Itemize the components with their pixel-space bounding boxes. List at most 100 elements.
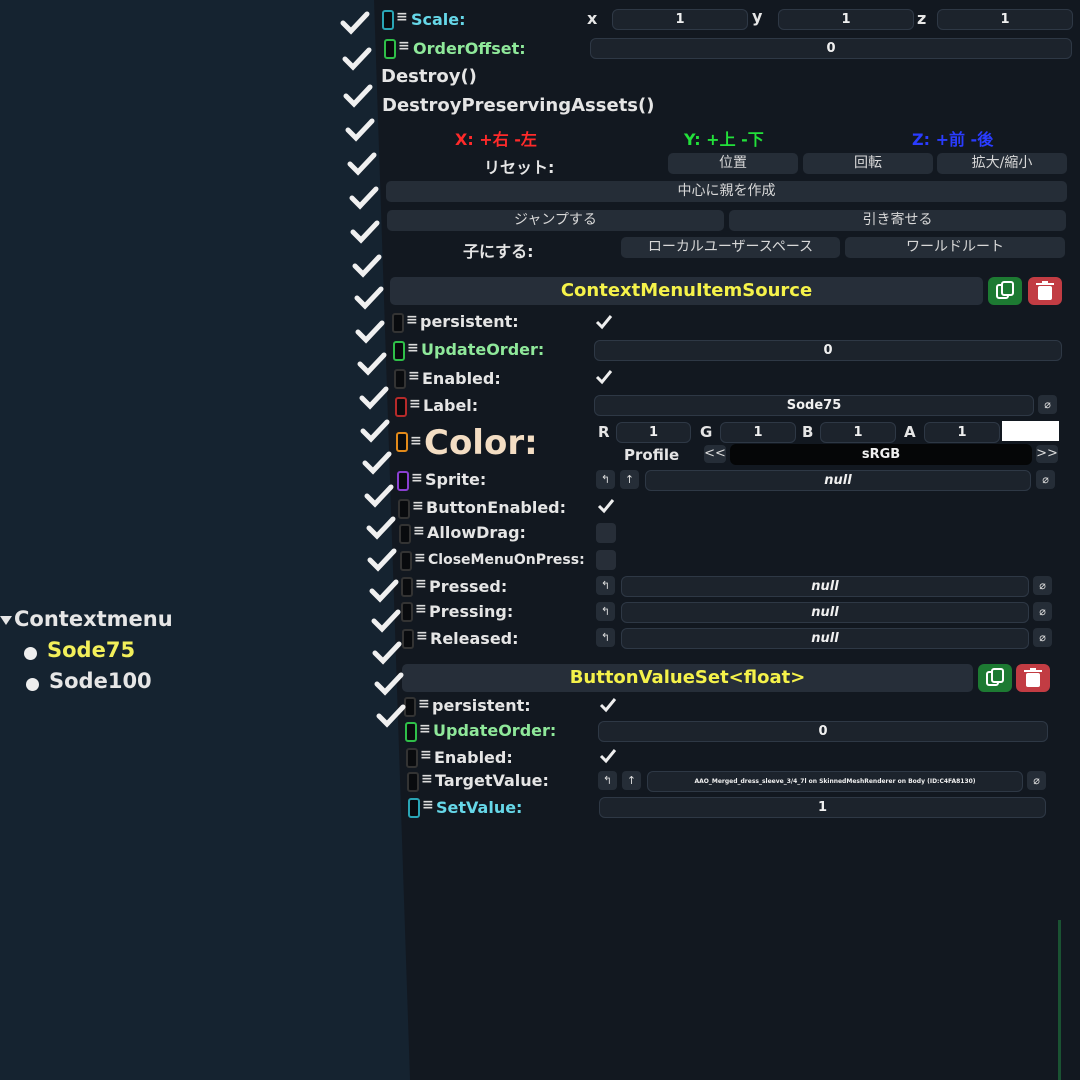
reference-jump-button[interactable]: ↰ [596,576,615,595]
profile-field[interactable]: sRGB [730,444,1032,465]
menu-icon[interactable]: ≡ [415,601,427,617]
component-header[interactable]: ButtonValueSet<float> [402,664,973,692]
menu-icon[interactable]: ≡ [396,9,408,25]
update-order-field[interactable]: 0 [598,721,1048,742]
pressing-field[interactable]: null [621,602,1029,623]
clear-button[interactable]: ⌀ [1027,771,1046,790]
menu-icon[interactable]: ≡ [413,523,425,539]
reference-jump-button[interactable]: ↰ [596,470,615,489]
color-r-field[interactable]: 1 [616,422,691,443]
clear-button[interactable]: ⌀ [1033,628,1052,647]
drag-handle-icon[interactable] [392,313,404,333]
active-toggle-checkbox[interactable] [352,285,386,311]
active-toggle-checkbox[interactable] [341,83,375,109]
menu-icon[interactable]: ≡ [422,797,434,813]
active-toggle-checkbox[interactable] [343,117,377,143]
sprite-field[interactable]: null [645,470,1031,491]
drag-handle-icon[interactable] [407,772,419,792]
active-toggle-checkbox[interactable] [357,385,391,411]
drag-handle-icon[interactable] [400,551,412,571]
reset-rotation-button[interactable]: 回転 [803,153,933,174]
persistent-checkbox[interactable] [598,695,618,715]
profile-next-button[interactable]: >> [1036,445,1058,463]
active-toggle-checkbox[interactable] [367,578,401,604]
drag-handle-icon[interactable] [393,341,405,361]
allow-drag-checkbox[interactable] [596,523,616,543]
clear-button[interactable]: ⌀ [1038,395,1057,414]
duplicate-component-button[interactable] [978,664,1012,692]
active-toggle-checkbox[interactable] [347,185,381,211]
set-value-field[interactable]: 1 [599,797,1046,818]
profile-prev-button[interactable]: << [704,445,726,463]
color-a-field[interactable]: 1 [924,422,1000,443]
reference-jump-button[interactable]: ↰ [596,602,615,621]
menu-icon[interactable]: ≡ [406,312,418,328]
reference-jump-button[interactable]: ↰ [596,628,615,647]
menu-icon[interactable]: ≡ [414,550,426,566]
drag-handle-icon[interactable] [406,748,418,768]
menu-icon[interactable]: ≡ [412,498,424,514]
reference-up-button[interactable]: ↑ [622,771,641,790]
scale-y-field[interactable]: 1 [778,9,914,30]
menu-icon[interactable]: ≡ [410,433,422,449]
close-menu-on-press-checkbox[interactable] [596,550,616,570]
active-toggle-checkbox[interactable] [355,351,389,377]
active-toggle-checkbox[interactable] [348,219,382,245]
expand-arrow-icon[interactable] [0,616,12,625]
duplicate-component-button[interactable] [988,277,1022,305]
delete-component-button[interactable] [1016,664,1050,692]
active-toggle-checkbox[interactable] [345,151,379,177]
update-order-field[interactable]: 0 [594,340,1062,361]
menu-icon[interactable]: ≡ [420,747,432,763]
color-swatch[interactable] [1002,421,1059,441]
color-g-field[interactable]: 1 [720,422,796,443]
target-value-field[interactable]: AAO_Merged_dress_sleeve_3/4_7l on Skinne… [647,771,1023,792]
active-toggle-checkbox[interactable] [340,46,374,72]
drag-handle-icon[interactable] [382,10,394,30]
drag-handle-icon[interactable] [398,499,410,519]
persistent-checkbox[interactable] [594,312,614,332]
active-toggle-checkbox[interactable] [360,450,394,476]
drag-handle-icon[interactable] [396,432,408,452]
menu-icon[interactable]: ≡ [418,696,430,712]
clear-button[interactable]: ⌀ [1033,602,1052,621]
reset-scale-button[interactable]: 拡大/縮小 [937,153,1067,174]
menu-icon[interactable]: ≡ [409,396,421,412]
scale-z-field[interactable]: 1 [937,9,1073,30]
reset-position-button[interactable]: 位置 [668,153,798,174]
active-toggle-checkbox[interactable] [353,319,387,345]
menu-icon[interactable]: ≡ [408,368,420,384]
order-offset-field[interactable]: 0 [590,38,1072,59]
pull-button[interactable]: 引き寄せる [729,210,1066,231]
drag-handle-icon[interactable] [401,602,413,622]
destroy-preserving-assets-button[interactable]: DestroyPreservingAssets() [382,95,654,116]
menu-icon[interactable]: ≡ [416,628,428,644]
active-toggle-checkbox[interactable] [350,253,384,279]
active-toggle-checkbox[interactable] [364,515,398,541]
component-header[interactable]: ContextMenuItemSource [390,277,983,305]
drag-handle-icon[interactable] [394,369,406,389]
scale-x-field[interactable]: 1 [612,9,748,30]
reference-jump-button[interactable]: ↰ [598,771,617,790]
drag-handle-icon[interactable] [408,798,420,818]
active-toggle-checkbox[interactable] [372,671,406,697]
clear-button[interactable]: ⌀ [1036,470,1055,489]
active-toggle-checkbox[interactable] [358,418,392,444]
parent-world-root-button[interactable]: ワールドルート [845,237,1065,258]
drag-handle-icon[interactable] [395,397,407,417]
destroy-button[interactable]: Destroy() [381,66,477,87]
delete-component-button[interactable] [1028,277,1062,305]
menu-icon[interactable]: ≡ [411,470,423,486]
reference-up-button[interactable]: ↑ [620,470,639,489]
released-field[interactable]: null [621,628,1029,649]
active-toggle-checkbox[interactable] [370,640,404,666]
pressed-field[interactable]: null [621,576,1029,597]
button-enabled-checkbox[interactable] [596,496,616,516]
active-toggle-checkbox[interactable] [369,608,403,634]
drag-handle-icon[interactable] [401,577,413,597]
drag-handle-icon[interactable] [399,524,411,544]
active-toggle-checkbox[interactable] [365,547,399,573]
active-toggle-checkbox[interactable] [338,10,372,36]
jump-button[interactable]: ジャンプする [387,210,724,231]
drag-handle-icon[interactable] [384,39,396,59]
